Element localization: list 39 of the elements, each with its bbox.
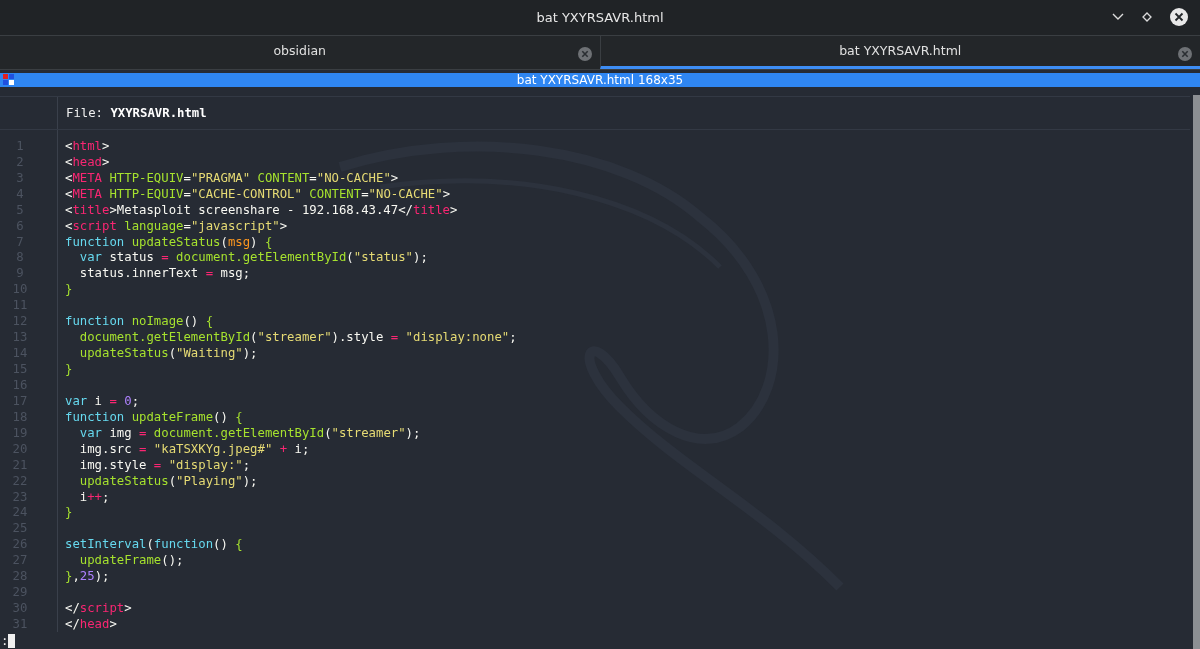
terminal-title: bat YXYRSAVR.html 168x35 [516,72,684,87]
window-title: bat YXYRSAVR.html [535,9,665,25]
code-line: <META HTTP-EQUIV="PRAGMA" CONTENT="NO-CACHE"> [64,170,399,185]
terminal-tab[interactable]: obsidian [0,35,600,69]
code-line: setInterval(function() { [64,537,243,552]
code-line: function noImage() { [64,314,214,329]
code-line: updateStatus("Waiting"); [78,346,258,361]
code-line: } [64,282,73,297]
code-line: i++; [78,489,110,504]
code-line: },25); [64,569,110,584]
code-line: <script language="javascript"> [64,218,288,233]
code-line: } [64,505,73,520]
code-line: function updateStatus(msg) { [64,234,273,249]
scrollbar[interactable] [1193,94,1200,649]
close-icon[interactable] [1170,8,1188,27]
minimize-chevron-icon[interactable] [1112,13,1124,22]
code-line: <title>Metasploit screenshare - 192.168.43.47</title> [64,202,458,217]
app-grid-icon[interactable] [3,73,15,86]
terminal-tab[interactable]: bat YXYRSAVR.html [599,35,1200,69]
code-line: } [64,362,73,377]
code-line: var i = 0; [64,393,140,408]
code-line: updateStatus("Playing"); [78,473,258,488]
code-line: </head> [64,617,117,632]
code-line: <head> [64,154,110,169]
code-line: </script> [64,601,132,616]
code-line: var status = document.getElementById("status"); [78,250,428,265]
code-line: updateFrame(); [78,553,184,568]
code-line: document.getElementById("streamer").style = "display:none"; [78,330,517,345]
code-line: var img = document.getElementById("streamer"); [78,425,421,440]
code-line: <html> [64,138,110,153]
code-line: status.innerText = msg; [78,266,251,281]
code-line: img.src = "kaTSXKYg.jpeg#" + i; [78,441,310,456]
prompt-text: : [1,634,9,648]
text-cursor [8,634,16,648]
maximize-diamond-icon[interactable] [1142,12,1152,23]
file-header: File: YXYRSAVR.html [65,104,207,122]
code-line: function updateFrame() { [64,409,243,424]
code-line: img.style = "display:"; [78,457,251,472]
code-line: <META HTTP-EQUIV="CACHE-CONTROL" CONTENT="NO-CACHE"> [64,186,451,201]
